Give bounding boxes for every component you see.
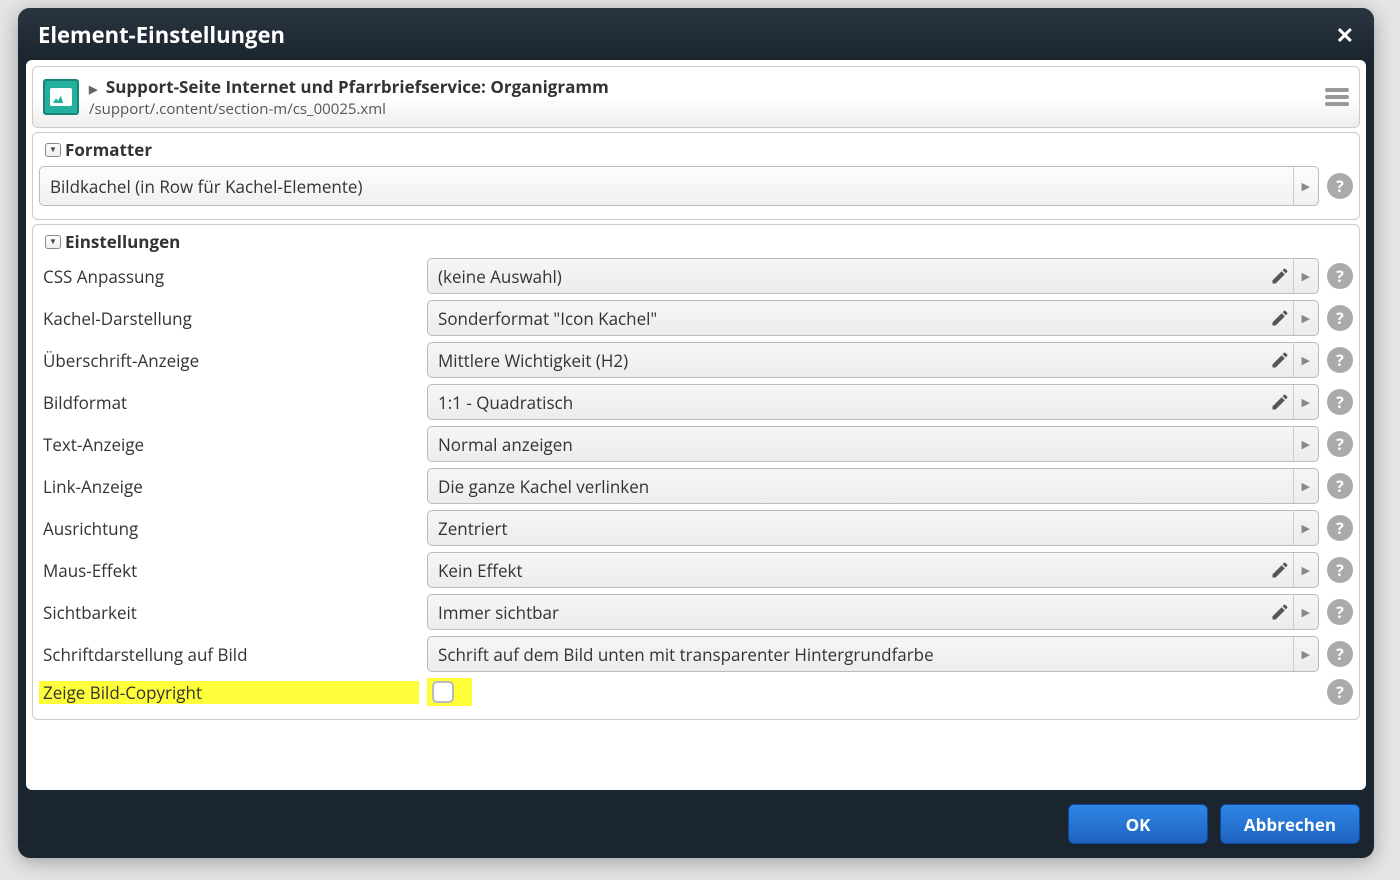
setting-select[interactable]: Mittlere Wichtigkeit (H2) ▶ <box>427 342 1319 378</box>
pencil-icon[interactable] <box>1270 343 1290 377</box>
collapse-toggle-icon[interactable]: ▼ <box>45 143 61 157</box>
setting-label: Kachel-Darstellung <box>39 307 419 330</box>
chevron-right-icon: ▶ <box>1293 167 1310 205</box>
chevron-right-icon: ▶ <box>1293 343 1310 377</box>
section-type-icon <box>43 79 79 115</box>
setting-select[interactable]: Immer sichtbar ▶ <box>427 594 1319 630</box>
element-header: ▶ Support-Seite Internet und Pfarrbriefs… <box>32 66 1360 128</box>
collapse-toggle-icon[interactable]: ▼ <box>45 235 61 249</box>
setting-label: Ausrichtung <box>39 517 419 540</box>
setting-label: Zeige Bild-Copyright <box>39 681 419 704</box>
formatter-value: Bildkachel (in Row für Kachel-Elemente) <box>50 175 362 198</box>
help-icon[interactable]: ? <box>1327 473 1353 499</box>
setting-select[interactable]: Kein Effekt ▶ <box>427 552 1319 588</box>
chevron-right-icon: ▶ <box>1293 259 1310 293</box>
setting-value: Mittlere Wichtigkeit (H2) <box>438 349 628 372</box>
chevron-right-icon: ▶ <box>1293 553 1310 587</box>
chevron-right-icon: ▶ <box>1293 637 1310 671</box>
help-icon[interactable]: ? <box>1327 389 1353 415</box>
chevron-right-icon: ▶ <box>1293 427 1310 461</box>
help-icon[interactable]: ? <box>1327 173 1353 199</box>
dialog-body: ▶ Support-Seite Internet und Pfarrbriefs… <box>26 60 1366 790</box>
formatter-section: ▼ Formatter Bildkachel (in Row für Kache… <box>32 132 1360 220</box>
setting-row: Bildformat 1:1 - Quadratisch ▶? <box>39 381 1353 423</box>
setting-label: Link-Anzeige <box>39 475 419 498</box>
setting-value: Zentriert <box>438 517 508 540</box>
setting-label: CSS Anpassung <box>39 265 419 288</box>
setting-value: Schrift auf dem Bild unten mit transpare… <box>438 643 934 666</box>
setting-label: Überschrift-Anzeige <box>39 349 419 372</box>
setting-row: Ausrichtung Zentriert ▶? <box>39 507 1353 549</box>
pencil-icon[interactable] <box>1270 385 1290 419</box>
setting-value: (keine Auswahl) <box>438 265 562 288</box>
setting-row: Schriftdarstellung auf Bild Schrift auf d… <box>39 633 1353 675</box>
setting-label: Sichtbarkeit <box>39 601 419 624</box>
element-settings-dialog: Element-Einstellungen ✕ ▶ Support-Seite … <box>18 8 1374 858</box>
setting-value: Sonderformat "Icon Kachel" <box>438 307 657 330</box>
dialog-titlebar: Element-Einstellungen ✕ <box>18 8 1374 60</box>
setting-select[interactable]: 1:1 - Quadratisch ▶ <box>427 384 1319 420</box>
help-icon[interactable]: ? <box>1327 263 1353 289</box>
pencil-icon[interactable] <box>1270 301 1290 335</box>
help-icon[interactable]: ? <box>1327 305 1353 331</box>
help-icon[interactable]: ? <box>1327 641 1353 667</box>
settings-section: ▼ Einstellungen CSS Anpassung (keine Ausw… <box>32 224 1360 720</box>
setting-label: Schriftdarstellung auf Bild <box>39 643 419 666</box>
formatter-select[interactable]: Bildkachel (in Row für Kachel-Elemente) … <box>39 166 1319 206</box>
setting-row: Link-Anzeige Die ganze Kachel verlinken ▶? <box>39 465 1353 507</box>
setting-row: Text-Anzeige Normal anzeigen ▶? <box>39 423 1353 465</box>
chevron-right-icon: ▶ <box>1293 511 1310 545</box>
chevron-right-icon: ▶ <box>1293 595 1310 629</box>
dialog-title-text: Element-Einstellungen <box>38 20 285 50</box>
setting-select[interactable]: Sonderformat "Icon Kachel" ▶ <box>427 300 1319 336</box>
help-icon[interactable]: ? <box>1327 557 1353 583</box>
help-icon[interactable]: ? <box>1327 679 1353 705</box>
setting-select[interactable]: Die ganze Kachel verlinken ▶ <box>427 468 1319 504</box>
setting-row: Sichtbarkeit Immer sichtbar ▶? <box>39 591 1353 633</box>
help-icon[interactable]: ? <box>1327 515 1353 541</box>
chevron-right-icon: ▶ <box>1293 301 1310 335</box>
setting-select[interactable]: Zentriert ▶ <box>427 510 1319 546</box>
help-icon[interactable]: ? <box>1327 599 1353 625</box>
setting-value: 1:1 - Quadratisch <box>438 391 573 414</box>
setting-row: Maus-Effekt Kein Effekt ▶? <box>39 549 1353 591</box>
cancel-button[interactable]: Abbrechen <box>1220 804 1360 844</box>
dialog-footer: OK Abbrechen <box>18 790 1374 858</box>
setting-select[interactable]: Normal anzeigen ▶ <box>427 426 1319 462</box>
setting-row: Überschrift-Anzeige Mittlere Wichtigkeit … <box>39 339 1353 381</box>
chevron-right-icon: ▶ <box>1293 469 1310 503</box>
setting-select[interactable]: (keine Auswahl) ▶ <box>427 258 1319 294</box>
caret-right-icon: ▶ <box>89 82 97 97</box>
setting-value: Die ganze Kachel verlinken <box>438 475 649 498</box>
ok-button[interactable]: OK <box>1068 804 1208 844</box>
setting-label: Text-Anzeige <box>39 433 419 456</box>
close-icon[interactable]: ✕ <box>1336 20 1354 50</box>
setting-label: Bildformat <box>39 391 419 414</box>
setting-select[interactable]: Schrift auf dem Bild unten mit transpare… <box>427 636 1319 672</box>
setting-label: Maus-Effekt <box>39 559 419 582</box>
pencil-icon[interactable] <box>1270 595 1290 629</box>
pencil-icon[interactable] <box>1270 259 1290 293</box>
help-icon[interactable]: ? <box>1327 431 1353 457</box>
pencil-icon[interactable] <box>1270 553 1290 587</box>
settings-legend: Einstellungen <box>65 230 180 253</box>
formatter-legend: Formatter <box>65 138 152 161</box>
element-header-text: ▶ Support-Seite Internet und Pfarrbriefs… <box>89 75 1315 119</box>
menu-icon[interactable] <box>1325 88 1349 106</box>
element-path: /support/.content/section-m/cs_00025.xml <box>89 99 1315 119</box>
help-icon[interactable]: ? <box>1327 347 1353 373</box>
chevron-right-icon: ▶ <box>1293 385 1310 419</box>
setting-row: CSS Anpassung (keine Auswahl) ▶? <box>39 255 1353 297</box>
setting-value: Normal anzeigen <box>438 433 573 456</box>
setting-row: Kachel-Darstellung Sonderformat "Icon Kac… <box>39 297 1353 339</box>
setting-value: Immer sichtbar <box>438 601 559 624</box>
setting-row-zeige-bild-copyright: Zeige Bild-Copyright ? <box>39 675 1353 709</box>
copyright-checkbox[interactable] <box>432 681 454 703</box>
element-title: Support-Seite Internet und Pfarrbriefser… <box>106 75 609 98</box>
setting-value: Kein Effekt <box>438 559 523 582</box>
